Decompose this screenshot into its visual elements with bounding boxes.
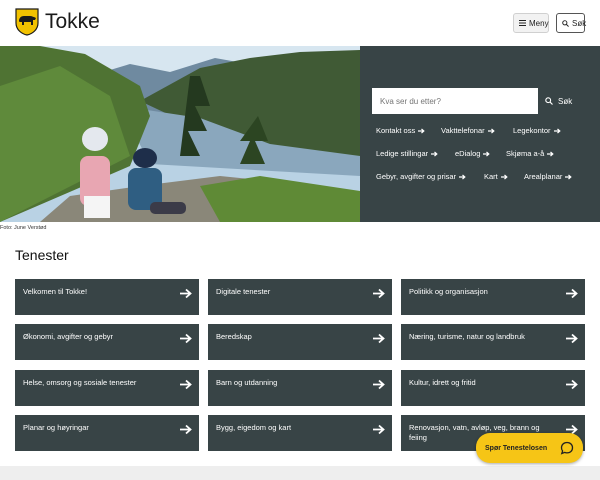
arrow-right-icon xyxy=(180,333,192,344)
arrow-right-icon xyxy=(565,174,573,180)
service-tile-label: Beredskap xyxy=(216,332,252,341)
quick-link-label: Arealplanar xyxy=(524,172,563,181)
arrow-right-icon xyxy=(566,379,578,390)
arrow-right-icon xyxy=(373,333,385,344)
bear-crest-logo xyxy=(15,8,39,36)
quick-link-ledige-stillingar[interactable]: Ledige stillingar xyxy=(376,149,438,158)
quick-link-label: Gebyr, avgifter og prisar xyxy=(376,172,457,181)
service-tile[interactable]: Velkomen til Tokke! xyxy=(15,279,199,315)
quick-link-kart[interactable]: Kart xyxy=(484,172,508,181)
service-tile[interactable]: Kultur, idrett og fritid xyxy=(401,370,585,406)
site-search-button-label: Søk xyxy=(558,96,573,106)
service-tile-label: Næring, turisme, natur og landbruk xyxy=(409,332,525,341)
site-search-button[interactable]: Søk xyxy=(545,88,572,114)
quick-link-skjoma[interactable]: Skjøma a-å xyxy=(506,149,555,158)
search-icon xyxy=(545,97,553,105)
service-tile[interactable]: Økonomi, avgifter og gebyr xyxy=(15,324,199,360)
menu-button-label: Meny xyxy=(529,18,549,28)
quick-link-legekontor[interactable]: Legekontor xyxy=(513,126,561,135)
service-tile[interactable]: Bygg, eigedom og kart xyxy=(208,415,392,451)
arrow-right-icon xyxy=(180,379,192,390)
arrow-right-icon xyxy=(180,424,192,435)
service-tile-label: Økonomi, avgifter og gebyr xyxy=(23,332,114,341)
arrow-right-icon xyxy=(566,333,578,344)
arrow-right-icon xyxy=(500,174,508,180)
arrow-right-icon xyxy=(180,288,192,299)
hero-photo xyxy=(0,46,360,222)
site-logo[interactable]: Tokke xyxy=(15,8,100,36)
quick-link-arealplanar[interactable]: Arealplanar xyxy=(524,172,573,181)
hamburger-icon xyxy=(519,20,526,26)
site-header: Tokke Meny Søk xyxy=(0,0,600,46)
arrow-right-icon xyxy=(431,151,438,157)
arrow-right-icon xyxy=(373,288,385,299)
quick-link-gebyr[interactable]: Gebyr, avgifter og prisar xyxy=(376,172,466,181)
service-tile[interactable]: Planar og høyringar xyxy=(15,415,199,451)
arrow-right-icon xyxy=(483,151,491,157)
arrow-right-icon xyxy=(547,151,555,157)
service-tile-label: Politikk og organisasjon xyxy=(409,287,488,296)
hero-banner: Søk Kontakt oss Vakttelefonar Legekontor… xyxy=(0,46,600,222)
service-tile-label: Digitale tenester xyxy=(216,287,271,296)
chat-bubble-icon xyxy=(560,441,574,455)
menu-button[interactable]: Meny xyxy=(513,13,549,33)
arrow-right-icon xyxy=(553,128,561,134)
service-tile[interactable]: Digitale tenester xyxy=(208,279,392,315)
quick-link-label: eDialog xyxy=(455,149,481,158)
arrow-right-icon xyxy=(418,128,425,134)
header-search-button[interactable]: Søk xyxy=(556,13,587,33)
service-tile-label: Velkomen til Tokke! xyxy=(23,287,88,296)
chat-button[interactable]: Spør Tenestelosen xyxy=(476,433,583,463)
service-tile[interactable]: Barn og utdanning xyxy=(208,370,392,406)
quick-link-edialog[interactable]: eDialog xyxy=(455,149,491,158)
service-tile-label: Barn og utdanning xyxy=(216,378,278,387)
footer-strip xyxy=(0,466,600,480)
quick-link-kontakt[interactable]: Kontakt oss xyxy=(376,126,425,135)
quick-link-label: Ledige stillingar xyxy=(376,149,429,158)
quick-link-label: Kart xyxy=(484,172,498,181)
arrow-right-icon xyxy=(566,288,578,299)
quick-link-vakttelefonar[interactable]: Vakttelefonar xyxy=(441,126,495,135)
site-name: Tokke xyxy=(45,10,100,33)
arrow-right-icon xyxy=(373,379,385,390)
header-search-label: Søk xyxy=(572,18,587,28)
quick-link-label: Legekontor xyxy=(513,126,551,135)
chat-button-label: Spør Tenestelosen xyxy=(485,444,548,452)
arrow-right-icon xyxy=(459,174,466,180)
service-tile-label: Helse, omsorg og sosiale tenester xyxy=(23,378,137,387)
photo-credit: Foto: June Verstød xyxy=(0,225,47,231)
service-tile-label: Bygg, eigedom og kart xyxy=(216,423,292,432)
search-icon xyxy=(562,19,569,27)
quick-link-label: Vakttelefonar xyxy=(441,126,485,135)
service-tile[interactable]: Beredskap xyxy=(208,324,392,360)
service-tile-label: Planar og høyringar xyxy=(23,423,89,432)
quick-link-label: Kontakt oss xyxy=(376,126,416,135)
service-tile-label: Kultur, idrett og fritid xyxy=(409,378,476,387)
site-search-input[interactable] xyxy=(372,88,538,114)
service-tile[interactable]: Politikk og organisasjon xyxy=(401,279,585,315)
quick-link-label: Skjøma a-å xyxy=(506,149,545,158)
arrow-right-icon xyxy=(373,424,385,435)
service-tile[interactable]: Helse, omsorg og sosiale tenester xyxy=(15,370,199,406)
arrow-right-icon xyxy=(487,128,495,134)
services-title: Tenester xyxy=(15,247,69,263)
service-tile[interactable]: Næring, turisme, natur og landbruk xyxy=(401,324,585,360)
